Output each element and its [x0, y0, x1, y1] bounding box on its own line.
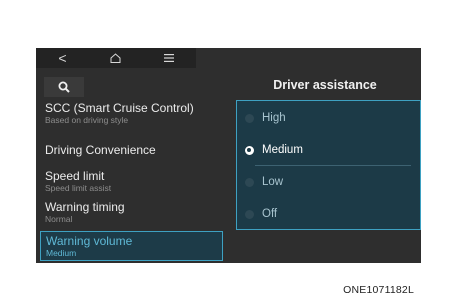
menu-item-warning-volume[interactable]: Warning volume Medium: [40, 231, 223, 261]
menu-item-label: Warning timing: [45, 200, 125, 214]
menu-item-label: Speed limit: [45, 169, 105, 183]
menu-item-warning-timing[interactable]: Warning timing Normal: [45, 200, 235, 225]
menu-item-sublabel: Normal: [45, 214, 73, 224]
search-button[interactable]: [44, 77, 84, 97]
option-label: Off: [262, 208, 278, 220]
radio-off-icon: [245, 113, 254, 123]
panel-title: Driver assistance: [273, 78, 377, 92]
menu-item-label: Driving Convenience: [45, 143, 156, 157]
menu-item-sublabel: Based on driving style: [45, 115, 129, 125]
option-label: High: [262, 112, 286, 124]
figure-code: ONE1071182L: [343, 284, 414, 296]
radio-on-icon: [245, 145, 254, 155]
home-icon: [110, 53, 121, 63]
menu-icon: [163, 54, 174, 62]
option-medium[interactable]: Medium: [237, 134, 420, 166]
menu-button[interactable]: [142, 48, 195, 68]
option-off[interactable]: Off: [237, 198, 420, 230]
menu-item-label: Warning volume: [46, 234, 133, 248]
infotainment-screen: < SCC (Smart Cruise Control) Based on dr…: [36, 48, 421, 263]
option-high[interactable]: High: [237, 102, 420, 134]
top-navigation-bar: <: [36, 48, 196, 68]
search-icon: [58, 81, 70, 93]
option-label: Medium: [262, 144, 303, 156]
menu-item-sublabel: Speed limit assist: [45, 183, 112, 193]
menu-item-speed-limit[interactable]: Speed limit Speed limit assist: [45, 169, 235, 194]
menu-item-sublabel: Medium: [46, 248, 77, 258]
menu-item-scc[interactable]: SCC (Smart Cruise Control) Based on driv…: [45, 101, 235, 126]
home-button[interactable]: [89, 48, 142, 68]
options-panel: High Medium Low Off: [236, 100, 421, 230]
back-button[interactable]: <: [36, 48, 89, 68]
menu-item-label: SCC (Smart Cruise Control): [45, 101, 194, 115]
option-label: Low: [262, 176, 284, 188]
radio-off-icon: [245, 209, 254, 219]
option-low[interactable]: Low: [237, 166, 420, 198]
back-icon: <: [58, 50, 67, 66]
radio-off-icon: [245, 177, 254, 187]
menu-item-driving-convenience[interactable]: Driving Convenience: [45, 143, 235, 157]
